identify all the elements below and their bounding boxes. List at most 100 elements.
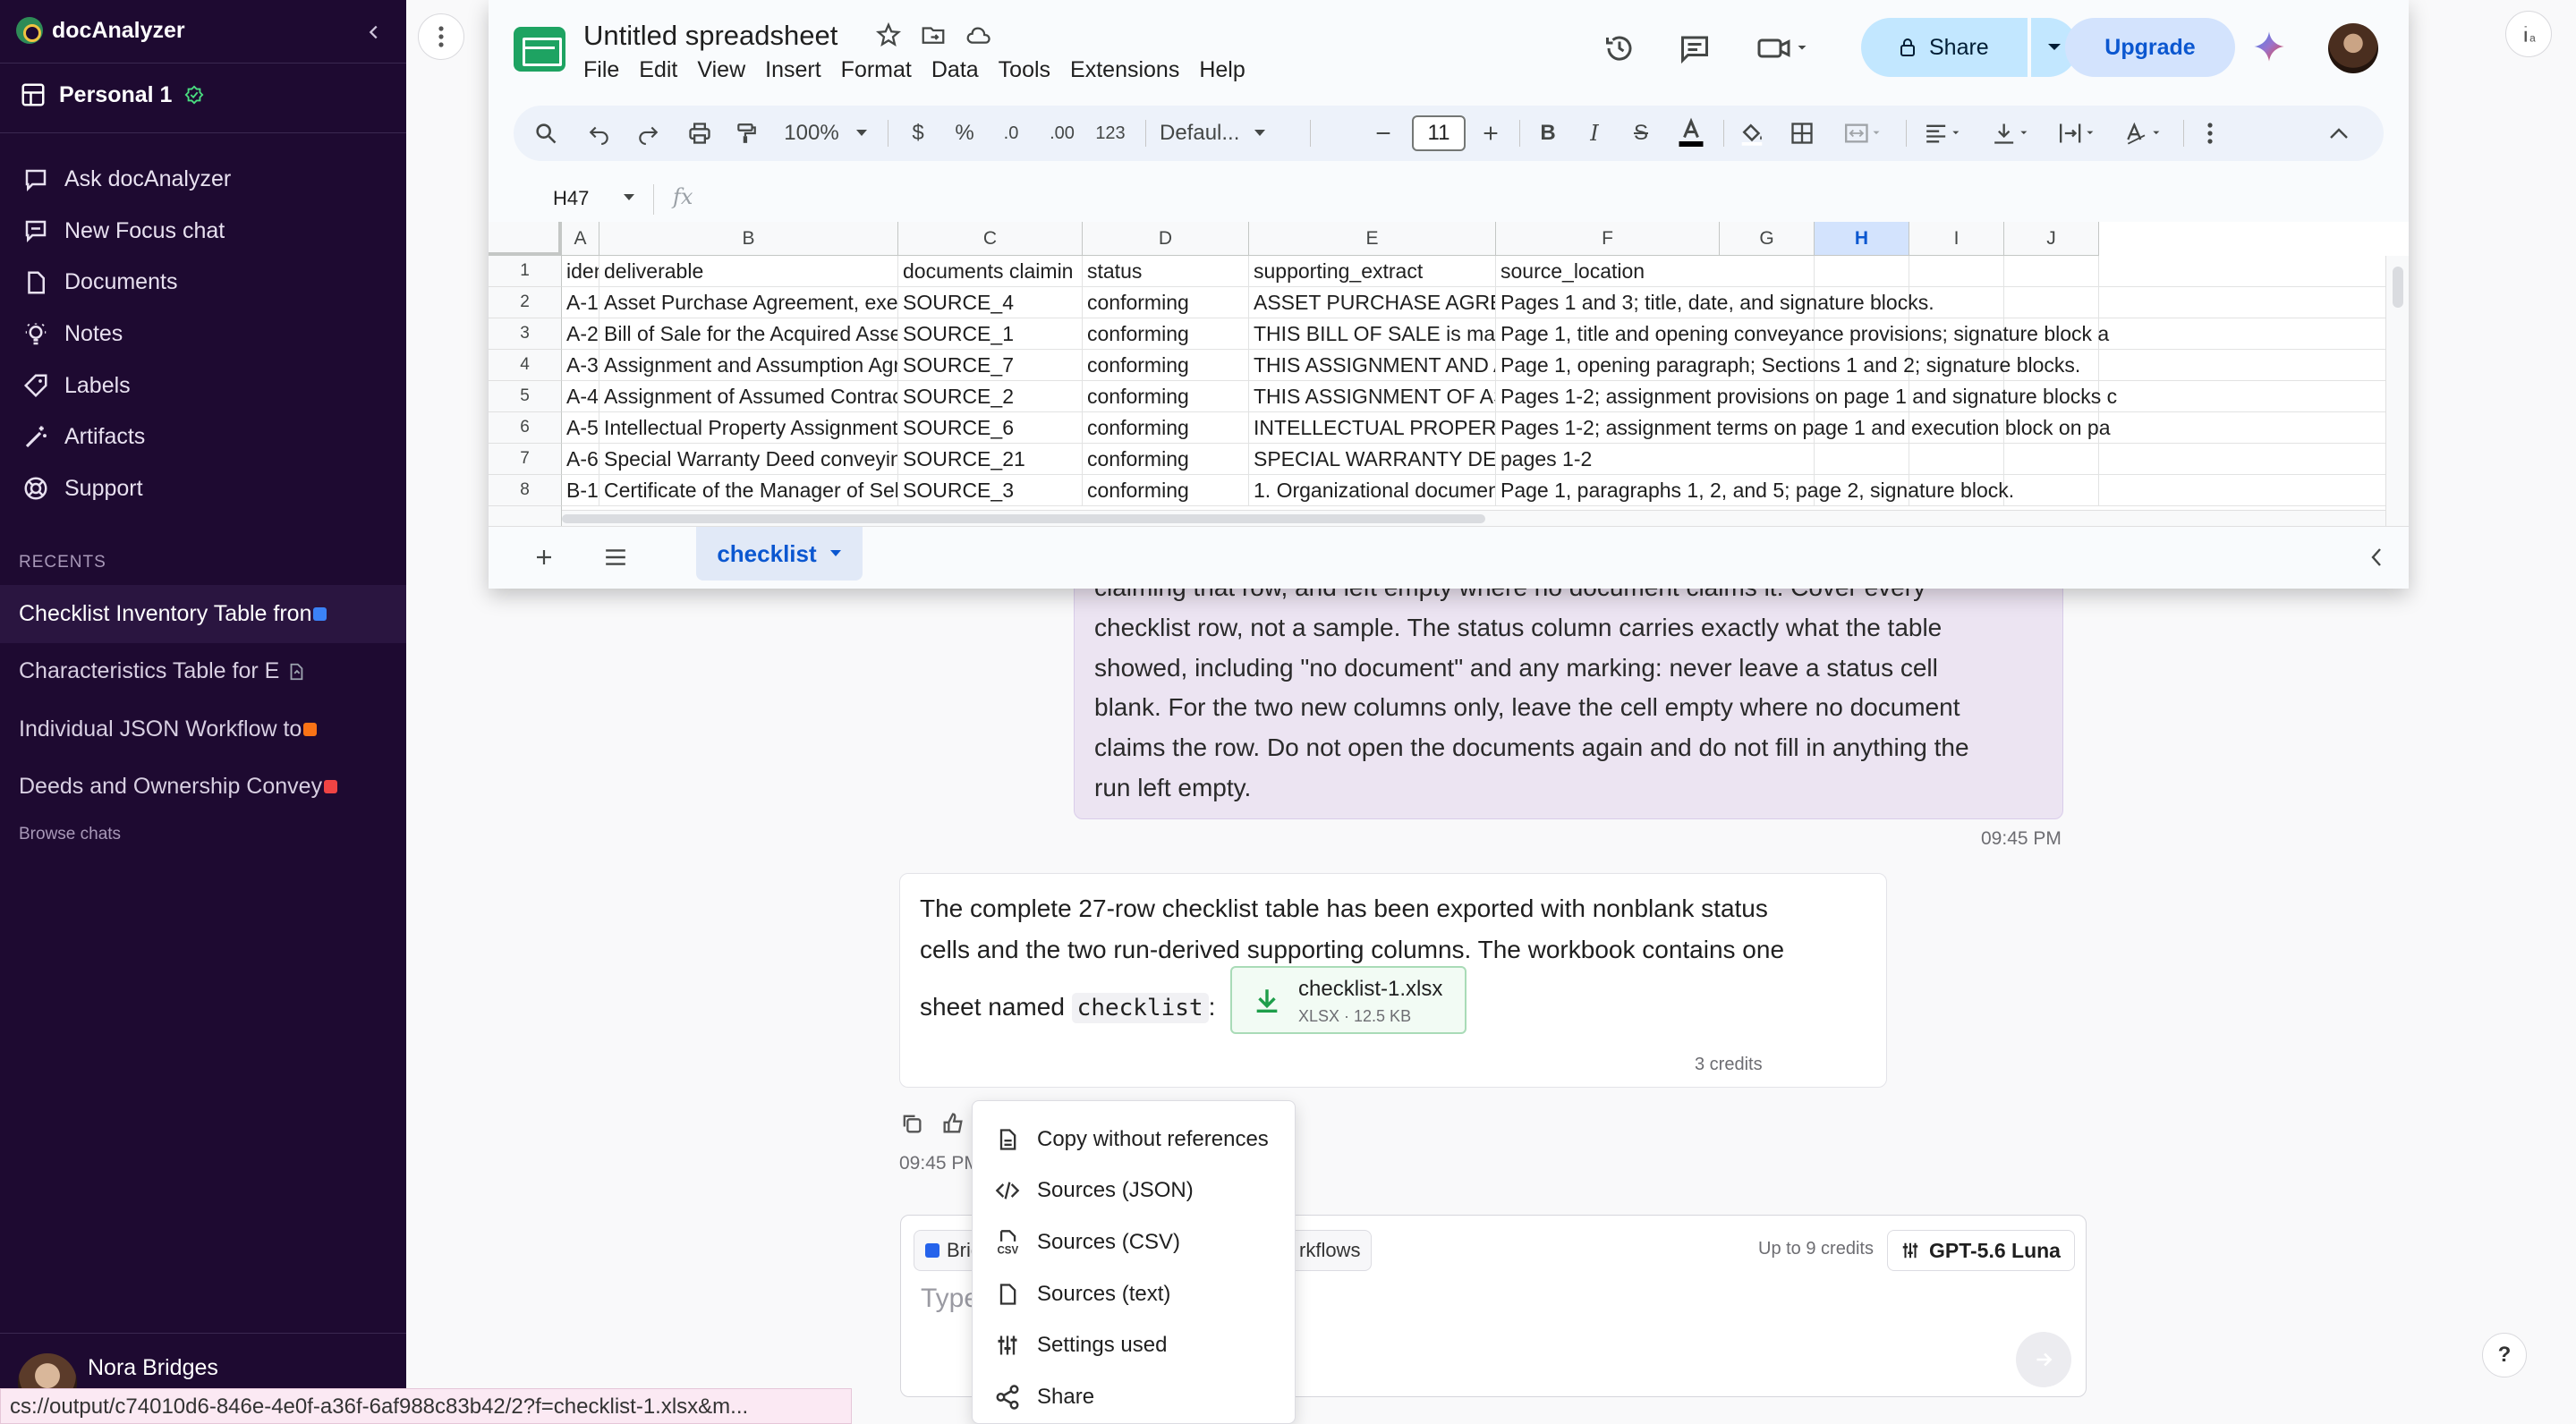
sidebar-item-labels[interactable]: Labels	[20, 360, 231, 411]
select-all-corner[interactable]	[489, 222, 562, 256]
grid-cell[interactable]: conforming	[1083, 444, 1249, 475]
scrollbar-thumb[interactable]	[562, 514, 1485, 523]
more-tools-icon[interactable]	[2192, 113, 2228, 154]
spreadsheet-grid[interactable]: ABCDEFGHIJ 1identifideliverabledocuments…	[489, 222, 2409, 526]
grid-cell[interactable]: SOURCE_1	[898, 318, 1083, 350]
column-header-i[interactable]: I	[1909, 222, 2004, 256]
row-header[interactable]: 4	[489, 350, 562, 381]
text-rotation-icon[interactable]	[2115, 113, 2174, 154]
grid-cell[interactable]: deliverable	[599, 256, 898, 287]
grid-cell[interactable]: ASSET PURCHASE AGREEM	[1249, 287, 1496, 318]
grid-cell[interactable]: SPECIAL WARRANTY DEED	[1249, 444, 1496, 475]
italic-button[interactable]: I	[1577, 113, 1612, 154]
vertical-scrollbar[interactable]	[2385, 256, 2409, 526]
row-header[interactable]: 8	[489, 475, 562, 506]
grid-cell[interactable]: SOURCE_2	[898, 381, 1083, 412]
decrease-font-size-button[interactable]	[1365, 113, 1401, 154]
percent-format-button[interactable]: %	[947, 113, 982, 154]
grid-cell[interactable]: Special Warranty Deed conveying the Foun…	[599, 444, 898, 475]
comments-icon[interactable]	[1675, 29, 1714, 68]
more-formats-button[interactable]: 123	[1088, 113, 1133, 154]
meet-video-icon[interactable]	[1752, 29, 1815, 68]
grid-cell[interactable]: A-4	[562, 381, 599, 412]
column-header-d[interactable]: D	[1083, 222, 1249, 256]
copy-icon[interactable]	[899, 1111, 924, 1136]
sidebar-item-notes[interactable]: Notes	[20, 309, 231, 360]
grid-cell[interactable]: 1. Organizational documen	[1249, 475, 1496, 506]
sidebar-item-support[interactable]: Support	[20, 463, 231, 515]
grid-cell[interactable]: B-1	[562, 475, 599, 506]
scrollbar-thumb[interactable]	[2393, 267, 2403, 308]
horizontal-scrollbar[interactable]	[562, 510, 2385, 526]
grid-cell[interactable]: INTELLECTUAL PROPERTY	[1249, 412, 1496, 444]
font-size-input[interactable]: 11	[1412, 115, 1466, 151]
upgrade-button[interactable]: Upgrade	[2065, 18, 2235, 77]
font-family-select[interactable]: Defaul...	[1154, 113, 1297, 154]
currency-format-button[interactable]: $	[900, 113, 936, 154]
row-header[interactable]: 6	[489, 412, 562, 444]
horizontal-align-icon[interactable]	[1915, 113, 1974, 154]
grid-cell[interactable]: pages 1-2	[1496, 444, 2385, 475]
increase-decimal-button[interactable]: .00	[1040, 113, 1084, 154]
grid-cell[interactable]: A-1	[562, 287, 599, 318]
grid-cell[interactable]: Bill of Sale for the Acquired Assets	[599, 318, 898, 350]
browse-chats-link[interactable]: Browse chats	[19, 825, 121, 844]
collapse-toolbar-icon[interactable]	[2319, 113, 2359, 154]
sheets-logo-icon[interactable]	[514, 27, 565, 72]
sheet-tab-checklist[interactable]: checklist	[696, 527, 863, 581]
move-folder-icon[interactable]	[920, 21, 947, 48]
grid-cell[interactable]: identifi	[562, 256, 599, 287]
sidebar-item-new-focus-chat[interactable]: New Focus chat	[20, 206, 231, 258]
help-button[interactable]: ?	[2482, 1333, 2527, 1377]
grid-cell[interactable]: A-5	[562, 412, 599, 444]
print-icon[interactable]	[682, 113, 718, 154]
add-sheet-icon[interactable]	[526, 539, 562, 575]
menu-item-sources-text[interactable]: Sources (text)	[973, 1268, 1295, 1320]
paint-format-icon[interactable]	[728, 113, 764, 154]
menu-file[interactable]: File	[583, 57, 619, 83]
menu-insert[interactable]: Insert	[765, 57, 821, 83]
star-icon[interactable]	[875, 21, 902, 48]
column-header-c[interactable]: C	[898, 222, 1083, 256]
grid-cell[interactable]: Pages 1-2; assignment terms on page 1 an…	[1496, 412, 2385, 444]
menu-format[interactable]: Format	[841, 57, 912, 83]
menu-item-settings-used[interactable]: Settings used	[973, 1319, 1295, 1371]
column-header-g[interactable]: G	[1720, 222, 1815, 256]
account-avatar[interactable]	[2328, 23, 2378, 73]
borders-icon[interactable]	[1782, 113, 1822, 154]
recent-chat-item[interactable]: Characteristics Table for E	[0, 643, 406, 701]
strikethrough-button[interactable]: S	[1623, 113, 1659, 154]
collapse-sidebar-icon[interactable]	[358, 16, 390, 48]
menu-tools[interactable]: Tools	[999, 57, 1050, 83]
vertical-align-icon[interactable]	[1983, 113, 2042, 154]
recent-chat-item[interactable]: Deeds and Ownership Convey	[0, 759, 406, 817]
grid-cell[interactable]: Asset Purchase Agreement, executed by al…	[599, 287, 898, 318]
share-button[interactable]: Share	[1861, 18, 2028, 77]
menu-extensions[interactable]: Extensions	[1070, 57, 1179, 83]
increase-font-size-button[interactable]	[1473, 113, 1509, 154]
bold-button[interactable]: B	[1530, 113, 1566, 154]
grid-cell[interactable]: THIS ASSIGNMENT AND A	[1249, 350, 1496, 381]
row-header[interactable]: 2	[489, 287, 562, 318]
grid-cell[interactable]: conforming	[1083, 350, 1249, 381]
column-header-j[interactable]: J	[2004, 222, 2099, 256]
column-header-b[interactable]: B	[599, 222, 898, 256]
grid-cell[interactable]: Pages 1-2; assignment provisions on page…	[1496, 381, 2385, 412]
version-history-icon[interactable]	[1600, 29, 1639, 68]
menu-help[interactable]: Help	[1199, 57, 1245, 83]
model-selector-button[interactable]: GPT-5.6 Luna	[1887, 1230, 2075, 1271]
grid-cell[interactable]: Pages 1 and 3; title, date, and signatur…	[1496, 287, 2385, 318]
grid-cell[interactable]: THIS BILL OF SALE is made	[1249, 318, 1496, 350]
document-title[interactable]: Untitled spreadsheet	[583, 20, 837, 52]
column-header-h[interactable]: H	[1815, 222, 1909, 256]
message-input[interactable]: Type	[921, 1284, 979, 1314]
menu-data[interactable]: Data	[931, 57, 979, 83]
grid-cell[interactable]: source_location	[1496, 256, 2385, 287]
grid-cell[interactable]: SOURCE_21	[898, 444, 1083, 475]
sidebar-item-documents[interactable]: Documents	[20, 257, 231, 309]
menu-item-sources-json[interactable]: Sources (JSON)	[973, 1165, 1295, 1217]
grid-cell[interactable]: Assignment of Assumed Contracts	[599, 381, 898, 412]
grid-cell[interactable]: THIS ASSIGNMENT OF ASS	[1249, 381, 1496, 412]
grid-cell[interactable]: conforming	[1083, 475, 1249, 506]
undo-icon[interactable]	[582, 113, 617, 154]
